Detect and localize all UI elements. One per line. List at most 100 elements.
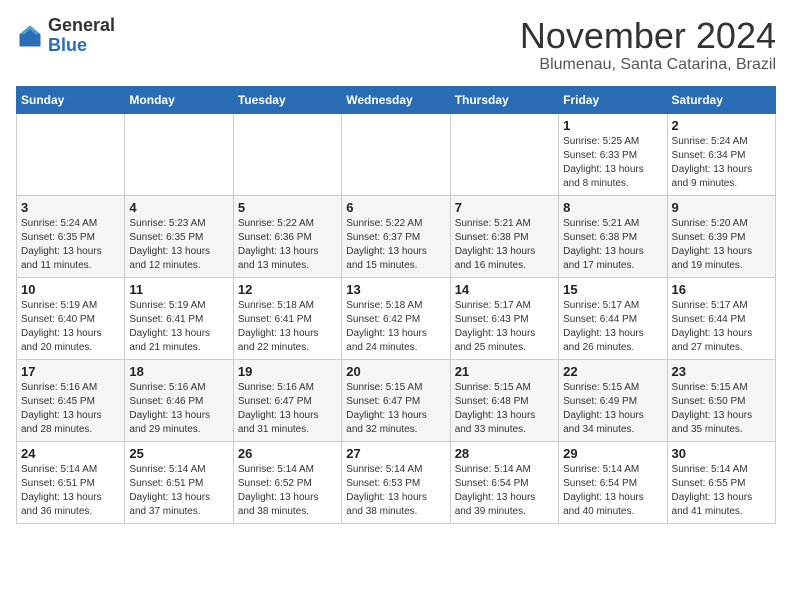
logo-icon (16, 22, 44, 50)
day-number: 21 (455, 364, 554, 379)
day-number: 6 (346, 200, 445, 215)
day-info: Sunrise: 5:14 AM Sunset: 6:54 PM Dayligh… (455, 463, 554, 519)
day-number: 9 (672, 200, 771, 215)
day-cell: 10Sunrise: 5:19 AM Sunset: 6:40 PM Dayli… (17, 277, 125, 359)
header-cell-monday: Monday (125, 86, 233, 113)
day-info: Sunrise: 5:16 AM Sunset: 6:46 PM Dayligh… (129, 381, 228, 437)
day-info: Sunrise: 5:17 AM Sunset: 6:43 PM Dayligh… (455, 299, 554, 355)
day-cell: 3 Sunrise: 5:24 AM Sunset: 6:35 PM Daylig… (17, 195, 125, 277)
day-info: Sunrise: 5:17 AM Sunset: 6:44 PM Dayligh… (672, 299, 771, 355)
day-cell: 21Sunrise: 5:15 AM Sunset: 6:48 PM Dayli… (450, 359, 558, 441)
day-info: Sunrise: 5:21 AM Sunset: 6:38 PM Dayligh… (455, 217, 554, 273)
day-number: 3 (21, 200, 120, 215)
day-cell: 4 Sunrise: 5:23 AM Sunset: 6:35 PM Daylig… (125, 195, 233, 277)
day-cell: 11 Sunrise: 5:19 AM Sunset: 6:41 PM Dayli… (125, 277, 233, 359)
day-number: 1 (563, 118, 662, 133)
week-row-1: 1Sunrise: 5:25 AM Sunset: 6:33 PM Daylig… (17, 113, 776, 195)
title-section: November 2024 Blumenau, Santa Catarina, … (520, 16, 776, 74)
day-cell: 1Sunrise: 5:25 AM Sunset: 6:33 PM Daylig… (559, 113, 667, 195)
week-row-3: 10Sunrise: 5:19 AM Sunset: 6:40 PM Dayli… (17, 277, 776, 359)
week-row-2: 3 Sunrise: 5:24 AM Sunset: 6:35 PM Daylig… (17, 195, 776, 277)
day-number: 14 (455, 282, 554, 297)
day-cell (125, 113, 233, 195)
day-number: 15 (563, 282, 662, 297)
day-cell: 19 Sunrise: 5:16 AM Sunset: 6:47 PM Dayli… (233, 359, 341, 441)
day-cell: 16 Sunrise: 5:17 AM Sunset: 6:44 PM Dayli… (667, 277, 775, 359)
day-cell: 5 Sunrise: 5:22 AM Sunset: 6:36 PM Daylig… (233, 195, 341, 277)
calendar-subtitle: Blumenau, Santa Catarina, Brazil (520, 56, 776, 74)
day-cell: 20Sunrise: 5:15 AM Sunset: 6:47 PM Dayli… (342, 359, 450, 441)
logo: General Blue (16, 16, 115, 56)
day-info: Sunrise: 5:24 AM Sunset: 6:34 PM Dayligh… (672, 135, 771, 191)
day-info: Sunrise: 5:24 AM Sunset: 6:35 PM Dayligh… (21, 217, 120, 273)
day-info: Sunrise: 5:17 AM Sunset: 6:44 PM Dayligh… (563, 299, 662, 355)
week-row-5: 24Sunrise: 5:14 AM Sunset: 6:51 PM Dayli… (17, 441, 776, 523)
day-number: 7 (455, 200, 554, 215)
day-number: 27 (346, 446, 445, 461)
day-cell: 13Sunrise: 5:18 AM Sunset: 6:42 PM Dayli… (342, 277, 450, 359)
day-number: 10 (21, 282, 120, 297)
day-number: 4 (129, 200, 228, 215)
day-cell: 22Sunrise: 5:15 AM Sunset: 6:49 PM Dayli… (559, 359, 667, 441)
day-cell: 8Sunrise: 5:21 AM Sunset: 6:38 PM Daylig… (559, 195, 667, 277)
day-number: 20 (346, 364, 445, 379)
day-number: 26 (238, 446, 337, 461)
day-cell: 6 Sunrise: 5:22 AM Sunset: 6:37 PM Daylig… (342, 195, 450, 277)
day-cell (450, 113, 558, 195)
day-cell: 17 Sunrise: 5:16 AM Sunset: 6:45 PM Dayli… (17, 359, 125, 441)
logo-text: General Blue (48, 16, 115, 56)
day-cell (342, 113, 450, 195)
day-cell: 25 Sunrise: 5:14 AM Sunset: 6:51 PM Dayli… (125, 441, 233, 523)
day-number: 12 (238, 282, 337, 297)
day-cell: 18 Sunrise: 5:16 AM Sunset: 6:46 PM Dayli… (125, 359, 233, 441)
day-info: Sunrise: 5:16 AM Sunset: 6:47 PM Dayligh… (238, 381, 337, 437)
day-number: 19 (238, 364, 337, 379)
day-info: Sunrise: 5:14 AM Sunset: 6:51 PM Dayligh… (21, 463, 120, 519)
day-cell: 26Sunrise: 5:14 AM Sunset: 6:52 PM Dayli… (233, 441, 341, 523)
header-cell-friday: Friday (559, 86, 667, 113)
page-header: General Blue November 2024 Blumenau, San… (16, 16, 776, 74)
day-number: 2 (672, 118, 771, 133)
week-row-4: 17 Sunrise: 5:16 AM Sunset: 6:45 PM Dayli… (17, 359, 776, 441)
day-number: 16 (672, 282, 771, 297)
day-number: 11 (129, 282, 228, 297)
calendar-header: SundayMondayTuesdayWednesdayThursdayFrid… (17, 86, 776, 113)
header-row: SundayMondayTuesdayWednesdayThursdayFrid… (17, 86, 776, 113)
day-info: Sunrise: 5:14 AM Sunset: 6:51 PM Dayligh… (129, 463, 228, 519)
calendar-title: November 2024 (520, 16, 776, 56)
day-cell: 28 Sunrise: 5:14 AM Sunset: 6:54 PM Dayli… (450, 441, 558, 523)
day-info: Sunrise: 5:22 AM Sunset: 6:37 PM Dayligh… (346, 217, 445, 273)
day-cell (17, 113, 125, 195)
day-cell (233, 113, 341, 195)
day-cell: 30 Sunrise: 5:14 AM Sunset: 6:55 PM Dayli… (667, 441, 775, 523)
day-info: Sunrise: 5:22 AM Sunset: 6:36 PM Dayligh… (238, 217, 337, 273)
day-info: Sunrise: 5:20 AM Sunset: 6:39 PM Dayligh… (672, 217, 771, 273)
day-number: 17 (21, 364, 120, 379)
day-cell: 9 Sunrise: 5:20 AM Sunset: 6:39 PM Daylig… (667, 195, 775, 277)
day-number: 18 (129, 364, 228, 379)
day-info: Sunrise: 5:14 AM Sunset: 6:55 PM Dayligh… (672, 463, 771, 519)
day-cell: 27Sunrise: 5:14 AM Sunset: 6:53 PM Dayli… (342, 441, 450, 523)
day-number: 29 (563, 446, 662, 461)
day-cell: 23 Sunrise: 5:15 AM Sunset: 6:50 PM Dayli… (667, 359, 775, 441)
calendar-table: SundayMondayTuesdayWednesdayThursdayFrid… (16, 86, 776, 524)
day-info: Sunrise: 5:23 AM Sunset: 6:35 PM Dayligh… (129, 217, 228, 273)
calendar-body: 1Sunrise: 5:25 AM Sunset: 6:33 PM Daylig… (17, 113, 776, 523)
day-info: Sunrise: 5:18 AM Sunset: 6:41 PM Dayligh… (238, 299, 337, 355)
day-cell: 15 Sunrise: 5:17 AM Sunset: 6:44 PM Dayli… (559, 277, 667, 359)
day-number: 23 (672, 364, 771, 379)
day-cell: 12 Sunrise: 5:18 AM Sunset: 6:41 PM Dayli… (233, 277, 341, 359)
day-info: Sunrise: 5:21 AM Sunset: 6:38 PM Dayligh… (563, 217, 662, 273)
header-cell-thursday: Thursday (450, 86, 558, 113)
day-cell: 7 Sunrise: 5:21 AM Sunset: 6:38 PM Daylig… (450, 195, 558, 277)
day-number: 30 (672, 446, 771, 461)
day-info: Sunrise: 5:16 AM Sunset: 6:45 PM Dayligh… (21, 381, 120, 437)
day-number: 5 (238, 200, 337, 215)
day-number: 28 (455, 446, 554, 461)
day-cell: 2 Sunrise: 5:24 AM Sunset: 6:34 PM Daylig… (667, 113, 775, 195)
day-info: Sunrise: 5:15 AM Sunset: 6:50 PM Dayligh… (672, 381, 771, 437)
day-number: 25 (129, 446, 228, 461)
header-cell-sunday: Sunday (17, 86, 125, 113)
day-info: Sunrise: 5:19 AM Sunset: 6:41 PM Dayligh… (129, 299, 228, 355)
day-number: 22 (563, 364, 662, 379)
